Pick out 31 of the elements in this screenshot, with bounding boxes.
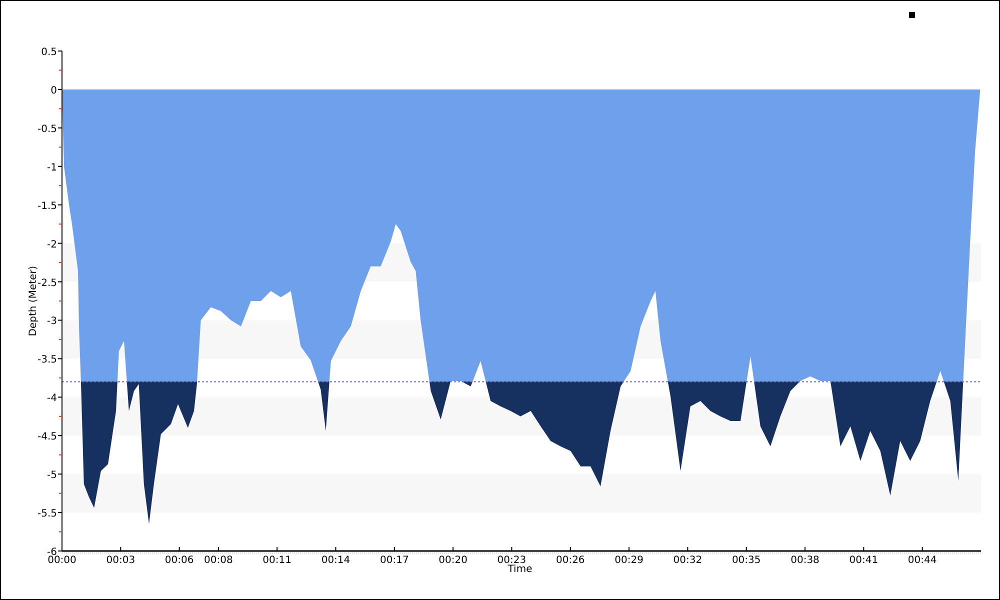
y-tick-label: -3.5 [37,354,57,366]
x-tick-label: 00:44 [908,555,937,566]
y-tick-label: 0.5 [41,47,57,58]
legend-marker-icon [909,12,915,18]
x-tick-label: 00:11 [262,555,292,566]
y-tick-label: -5 [47,470,57,482]
y-tick-label: -1 [47,162,57,174]
x-tick-label: 00:06 [164,555,194,566]
y-tick-label: -1.5 [37,200,57,212]
y-axis-title: Depth (Meter) [28,266,39,336]
x-tick-label: 00:38 [790,555,820,566]
x-tick-label: 00:35 [732,555,761,566]
x-tick-label: 00:32 [673,555,702,566]
x-tick-label: 00:17 [380,555,409,566]
x-tick-label: 00:26 [556,555,585,566]
y-tick-label: -3 [47,316,57,328]
y-tick-label: -4.5 [37,432,57,443]
x-tick-label: 00:14 [321,555,350,566]
x-tick-label: 00:03 [106,555,136,566]
x-tick-label: 00:00 [48,555,76,566]
y-tick-label: -2 [47,239,57,250]
y-tick-label: -4 [47,393,57,404]
x-tick-label: 00:41 [849,555,878,566]
y-tick-label: -2.5 [37,278,57,289]
y-tick-label: -5.5 [37,508,57,520]
x-axis-title: Time [508,564,532,575]
x-tick-label: 00:29 [614,555,644,566]
y-tick-label: -0.5 [37,124,57,135]
x-tick-label: 00:08 [204,555,233,566]
y-tick-label: 0 [50,85,57,96]
x-tick-label: 00:20 [438,555,468,566]
